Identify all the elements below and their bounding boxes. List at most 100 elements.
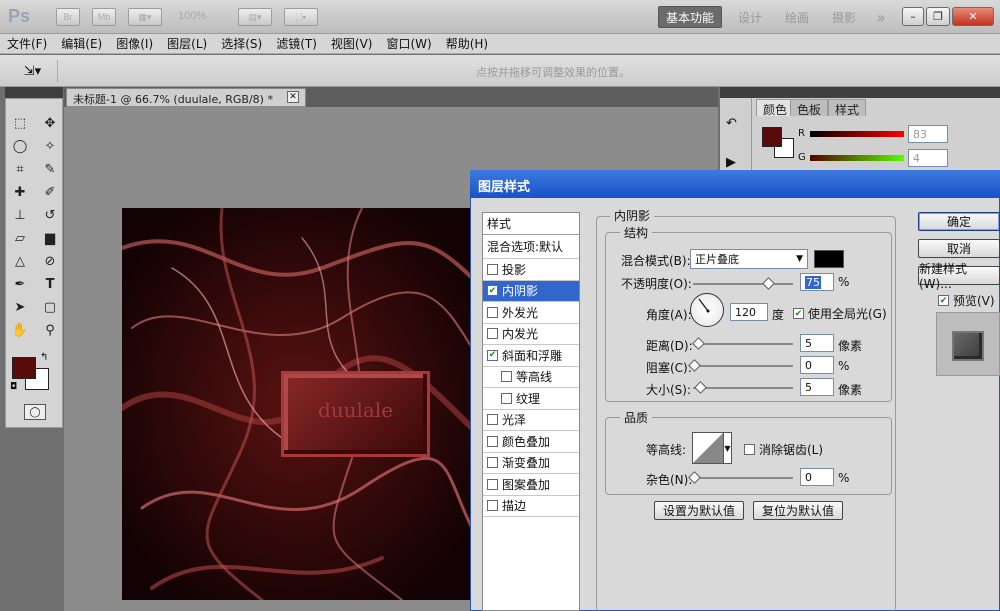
choke-slider[interactable]	[693, 365, 793, 367]
more-workspaces-icon[interactable]: »	[866, 6, 896, 28]
mini-bridge-button[interactable]: Mb	[92, 8, 116, 26]
close-icon[interactable]: ✕	[952, 7, 994, 26]
style-item[interactable]: 描边	[483, 496, 579, 517]
shape-tool-icon[interactable]: ▢	[39, 297, 61, 317]
anti-alias-checkbox[interactable]: 消除锯齿(L)	[744, 441, 823, 458]
menu-filter[interactable]: 滤镜(T)	[269, 35, 324, 52]
gradient-tool-icon[interactable]: ▆	[39, 228, 61, 248]
panel-foreground-swatch-top[interactable]	[762, 127, 782, 147]
workspace-essentials[interactable]: 基本功能	[658, 6, 722, 28]
arrange-documents-button[interactable]: ▤▾	[238, 8, 272, 26]
size-input[interactable]: 5	[800, 378, 834, 396]
dodge-tool-icon[interactable]: ⊘	[39, 251, 61, 271]
menu-window[interactable]: 窗口(W)	[379, 35, 438, 52]
new-style-button[interactable]: 新建样式(W)...	[918, 262, 1000, 291]
distance-input[interactable]: 5	[800, 334, 834, 352]
close-document-icon[interactable]: ✕	[287, 91, 299, 103]
checkbox-unchecked-icon[interactable]	[501, 371, 512, 383]
history-brush-tool-icon[interactable]: ↺	[39, 205, 61, 225]
type-tool-icon[interactable]: T	[39, 274, 61, 294]
blur-tool-icon[interactable]: △	[9, 251, 31, 271]
checkbox-checked-icon[interactable]: ✔	[487, 349, 498, 361]
eraser-tool-icon[interactable]: ▱	[9, 228, 31, 248]
noise-input[interactable]: 0	[800, 468, 834, 486]
workspace-photography[interactable]: 摄影	[824, 6, 864, 28]
restore-icon[interactable]: ❐	[926, 7, 950, 26]
screen-mode-button[interactable]: ⛶▾	[284, 8, 318, 26]
quick-mask-icon[interactable]: ◯	[24, 404, 46, 420]
opacity-input[interactable]: 75	[800, 273, 834, 291]
tab-swatches[interactable]: 色板	[790, 99, 829, 117]
cancel-button[interactable]: 取消	[918, 239, 1000, 258]
set-default-button[interactable]: 设置为默认值	[654, 501, 744, 520]
checkbox-unchecked-icon[interactable]	[501, 392, 512, 404]
g-value-input[interactable]: 4	[908, 149, 948, 167]
style-item[interactable]: ✔ 内阴影	[483, 280, 579, 302]
opacity-slider[interactable]	[693, 283, 793, 285]
preview-checkbox[interactable]: ✔ 预览(V)	[938, 292, 995, 309]
menu-edit[interactable]: 编辑(E)	[54, 35, 109, 52]
marquee-tool-icon[interactable]: ⬚	[9, 113, 31, 133]
crop-tool-icon[interactable]: ⌗	[9, 159, 31, 179]
checkbox-unchecked-icon[interactable]	[487, 263, 498, 275]
angle-input[interactable]: 120	[730, 303, 768, 321]
menu-select[interactable]: 选择(S)	[214, 35, 269, 52]
r-value-input[interactable]: 83	[908, 125, 948, 143]
menu-view[interactable]: 视图(V)	[324, 35, 380, 52]
menu-file[interactable]: 文件(F)	[0, 35, 54, 52]
pen-tool-icon[interactable]: ✒	[9, 274, 31, 294]
workspace-painting[interactable]: 绘画	[777, 6, 817, 28]
menu-help[interactable]: 帮助(H)	[439, 35, 495, 52]
default-colors-icon[interactable]: ◘	[10, 382, 17, 392]
checkbox-unchecked-icon[interactable]	[487, 414, 498, 426]
checkbox-unchecked-icon[interactable]	[487, 306, 498, 318]
blend-mode-select[interactable]: 正片叠底 ▼	[690, 249, 808, 269]
zoom-tool-icon[interactable]: ⚲	[39, 320, 61, 340]
style-item[interactable]: 投影	[483, 259, 579, 281]
style-item[interactable]: 光泽	[483, 410, 579, 431]
contour-picker[interactable]: ▼	[692, 432, 732, 464]
angle-dial[interactable]	[690, 293, 724, 327]
checkbox-unchecked-icon[interactable]	[487, 457, 498, 469]
choke-input[interactable]: 0	[800, 356, 834, 374]
zoom-level[interactable]: 100%	[178, 10, 206, 22]
style-item[interactable]: 颜色叠加	[483, 431, 579, 453]
checkbox-unchecked-icon[interactable]	[487, 500, 498, 512]
menu-layer[interactable]: 图层(L)	[160, 35, 214, 52]
hand-tool-icon[interactable]: ✋	[9, 320, 31, 340]
size-slider[interactable]	[693, 387, 793, 389]
minimize-icon[interactable]: –	[902, 7, 924, 26]
tab-styles[interactable]: 样式	[828, 99, 867, 117]
eyedropper-tool-icon[interactable]: ✎	[39, 159, 61, 179]
distance-slider[interactable]	[693, 343, 793, 345]
checkbox-unchecked-icon[interactable]	[487, 435, 498, 447]
checkbox-unchecked-icon[interactable]	[487, 328, 498, 340]
global-light-checkbox[interactable]: ✔ 使用全局光(G)	[793, 305, 887, 322]
style-item[interactable]: 图案叠加	[483, 474, 579, 496]
blend-options-item[interactable]: 混合选项:默认	[483, 235, 579, 259]
document-tab[interactable]: 未标题-1 @ 66.7% (duulale, RGB/8) *	[66, 88, 306, 107]
tab-color[interactable]: 颜色	[756, 99, 795, 117]
brush-tool-icon[interactable]: ✐	[39, 182, 61, 202]
style-item[interactable]: 渐变叠加	[483, 453, 579, 474]
checkbox-checked-icon[interactable]: ✔	[487, 285, 498, 297]
g-slider[interactable]	[810, 155, 904, 161]
actions-panel-icon[interactable]: ▶	[726, 155, 751, 170]
workspace-design[interactable]: 设计	[730, 6, 770, 28]
view-extras-button[interactable]: ▦▾	[128, 8, 162, 26]
shadow-color-swatch[interactable]	[814, 250, 844, 268]
reset-default-button[interactable]: 复位为默认值	[753, 501, 843, 520]
style-item[interactable]: 等高线	[483, 367, 579, 388]
tool-preset-picker[interactable]: ⇲▾	[8, 60, 58, 82]
r-slider[interactable]	[810, 131, 904, 137]
style-item[interactable]: ✔ 斜面和浮雕	[483, 345, 579, 367]
history-panel-icon[interactable]: ↶	[726, 116, 751, 131]
checkbox-unchecked-icon[interactable]	[487, 478, 498, 490]
lasso-tool-icon[interactable]: ◯	[9, 136, 31, 156]
bridge-button[interactable]: Br	[56, 8, 80, 26]
ok-button[interactable]: 确定	[918, 212, 1000, 231]
style-item[interactable]: 纹理	[483, 388, 579, 410]
path-select-tool-icon[interactable]: ➤	[9, 297, 31, 317]
healing-brush-tool-icon[interactable]: ✚	[9, 182, 31, 202]
styles-header[interactable]: 样式	[483, 213, 579, 235]
